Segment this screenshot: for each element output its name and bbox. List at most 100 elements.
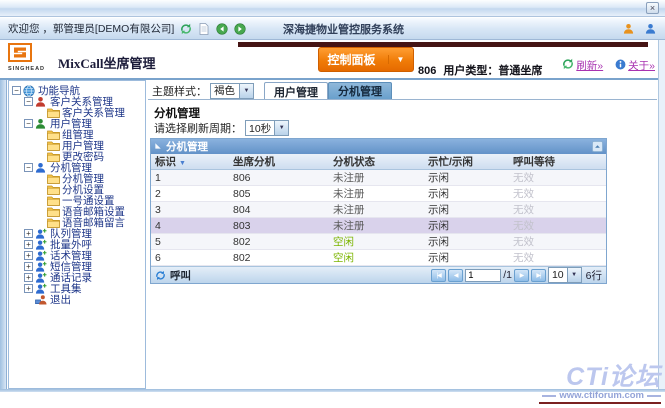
cell-id: 1 bbox=[151, 170, 229, 186]
page-title: MixCall坐席管理 bbox=[58, 53, 156, 72]
cti-forum-logo: CTi论坛 bbox=[539, 364, 661, 390]
page-size-select[interactable]: 10 ▼ bbox=[548, 267, 582, 283]
collapse-box-icon[interactable]: − bbox=[24, 97, 33, 106]
table-row[interactable]: 5802空闲示闲无效 bbox=[151, 234, 606, 250]
collapse-box-icon[interactable]: − bbox=[24, 163, 33, 172]
cell-busy-idle: 示闲 bbox=[424, 250, 509, 266]
watermark: CTi论坛 www.ctiforum.com bbox=[539, 364, 661, 404]
refresh-link[interactable]: 刷新» bbox=[562, 58, 603, 73]
user-orange-icon[interactable] bbox=[622, 22, 635, 35]
info-icon bbox=[615, 59, 626, 73]
toolbar-document-icon[interactable] bbox=[197, 22, 210, 35]
main-content: 主题样式： 褐色 ▼ 用户管理 分机管理 分机管理 请选择刷新周期： 10秒 ▼… bbox=[148, 80, 657, 389]
refresh-period-row: 请选择刷新周期： 10秒 ▼ bbox=[154, 120, 289, 136]
user-type: 用户类型：普通坐席 bbox=[443, 65, 542, 77]
table-row[interactable]: 3804未注册示闲无效 bbox=[151, 202, 606, 218]
control-panel-caret-icon[interactable]: ▼ bbox=[388, 55, 405, 64]
expand-box-icon[interactable]: + bbox=[24, 262, 33, 271]
table-row[interactable]: 2805未注册示闲无效 bbox=[151, 186, 606, 202]
close-icon[interactable]: × bbox=[646, 2, 659, 14]
app-header: SINGHEAD MixCall坐席管理 控制面板 ▼ 806 用户类型：普通坐… bbox=[0, 40, 665, 80]
expand-box-icon[interactable]: + bbox=[24, 229, 33, 238]
cell-busy-idle: 示闲 bbox=[424, 186, 509, 202]
cell-extension: 805 bbox=[229, 186, 329, 202]
table-row[interactable]: 4803未注册示闲无效 bbox=[151, 218, 606, 234]
sort-desc-icon[interactable]: ▼ bbox=[179, 160, 186, 167]
cell-call-wait: 无效 bbox=[509, 186, 606, 202]
cell-extension: 806 bbox=[229, 170, 329, 186]
cell-status: 未注册 bbox=[329, 218, 424, 234]
collapse-box-icon[interactable]: − bbox=[24, 119, 33, 128]
page-number-input[interactable] bbox=[465, 269, 501, 282]
sidebar-item-18[interactable]: +工具集 bbox=[9, 283, 145, 294]
toolbar-refresh-icon[interactable] bbox=[179, 22, 192, 35]
next-page-button[interactable]: ▶ bbox=[514, 269, 529, 282]
header-links: 刷新» 关于» bbox=[562, 58, 655, 73]
user-info: 806 用户类型：普通坐席 bbox=[418, 62, 546, 78]
user-blue-icon[interactable] bbox=[644, 22, 657, 35]
col-header-id[interactable]: 标识▼ bbox=[151, 154, 229, 170]
refresh-period-select[interactable]: 10秒 ▼ bbox=[245, 120, 289, 136]
col-header-busy-idle[interactable]: 示忙/示闲 bbox=[424, 154, 509, 170]
refresh-link-label[interactable]: 刷新» bbox=[576, 58, 603, 73]
rows-count-label: 6行 bbox=[586, 268, 602, 283]
refresh-period-label: 请选择刷新周期： bbox=[154, 120, 242, 136]
cell-status: 未注册 bbox=[329, 202, 424, 218]
last-page-button[interactable]: ▶| bbox=[531, 269, 546, 282]
cell-call-wait: 无效 bbox=[509, 250, 606, 266]
person-plus-icon bbox=[35, 239, 48, 250]
system-title: 深海捷物业管控服务系统 bbox=[283, 21, 404, 37]
cell-call-wait: 无效 bbox=[509, 218, 606, 234]
globe-icon bbox=[23, 85, 36, 96]
header-stripe bbox=[238, 42, 648, 47]
refresh-icon bbox=[562, 58, 574, 73]
expand-box-icon[interactable]: + bbox=[24, 251, 33, 260]
person-red-icon bbox=[35, 96, 48, 107]
first-page-button[interactable]: |◀ bbox=[431, 269, 446, 282]
extension-panel: 分机管理 标识▼ 坐席分机 分机状态 示忙/示闲 呼叫等待 18 bbox=[150, 138, 607, 284]
tab-user-management[interactable]: 用户管理 bbox=[264, 82, 328, 100]
about-link[interactable]: 关于» bbox=[615, 58, 655, 73]
control-panel-button[interactable]: 控制面板 ▼ bbox=[318, 47, 414, 72]
sidebar-item-label[interactable]: 退出 bbox=[50, 292, 71, 307]
toolbar-forward-icon[interactable] bbox=[233, 22, 246, 35]
folder-icon bbox=[47, 140, 60, 151]
dropdown-arrow-icon[interactable]: ▼ bbox=[567, 268, 581, 282]
refresh-period-value: 10秒 bbox=[246, 121, 274, 136]
cti-forum-url: www.ctiforum.com bbox=[539, 390, 661, 401]
sidebar-tree: −功能导航−客户关系管理客户关系管理−用户管理组管理用户管理更改密码−分机管理分… bbox=[8, 80, 146, 389]
panel-title: 分机管理 bbox=[166, 139, 208, 154]
theme-style-select[interactable]: 褐色 ▼ bbox=[210, 83, 254, 99]
dropdown-arrow-icon[interactable]: ▼ bbox=[239, 84, 253, 98]
refresh-list-icon[interactable] bbox=[155, 270, 166, 281]
cell-call-wait: 无效 bbox=[509, 234, 606, 250]
page-total-label: /1 bbox=[503, 269, 512, 281]
panel-footer: 呼叫 |◀ ◀ /1 ▶ ▶| 10 ▼ 6行 bbox=[151, 266, 606, 283]
extension-table: 标识▼ 坐席分机 分机状态 示忙/示闲 呼叫等待 1806未注册示闲无效2805… bbox=[151, 154, 606, 266]
tab-extension-management[interactable]: 分机管理 bbox=[328, 82, 392, 100]
toolbar-back-icon[interactable] bbox=[215, 22, 228, 35]
panel-header: 分机管理 bbox=[151, 139, 606, 154]
person-plus-icon bbox=[35, 272, 48, 283]
col-header-id-label[interactable]: 标识 bbox=[155, 156, 176, 168]
expand-box-icon[interactable]: + bbox=[24, 240, 33, 249]
table-row[interactable]: 6802空闲示闲无效 bbox=[151, 250, 606, 266]
prev-page-button[interactable]: ◀ bbox=[448, 269, 463, 282]
col-header-call-wait[interactable]: 呼叫等待 bbox=[509, 154, 606, 170]
col-header-extension[interactable]: 坐席分机 bbox=[229, 154, 329, 170]
window-titlebar: × bbox=[0, 0, 665, 17]
cell-status: 空闲 bbox=[329, 250, 424, 266]
dropdown-arrow-icon[interactable]: ▼ bbox=[274, 121, 288, 135]
call-button[interactable]: 呼叫 bbox=[170, 268, 191, 283]
col-header-status[interactable]: 分机状态 bbox=[329, 154, 424, 170]
table-header-row: 标识▼ 坐席分机 分机状态 示忙/示闲 呼叫等待 bbox=[151, 154, 606, 170]
about-link-label[interactable]: 关于» bbox=[628, 58, 655, 73]
table-row[interactable]: 1806未注册示闲无效 bbox=[151, 170, 606, 186]
cell-id: 2 bbox=[151, 186, 229, 202]
expand-box-icon[interactable]: + bbox=[24, 273, 33, 282]
collapse-panel-icon[interactable] bbox=[592, 141, 603, 152]
folder-icon bbox=[47, 195, 60, 206]
expand-box-icon[interactable]: + bbox=[24, 284, 33, 293]
window-left-edge bbox=[0, 80, 7, 390]
collapse-box-icon[interactable]: − bbox=[12, 86, 21, 95]
